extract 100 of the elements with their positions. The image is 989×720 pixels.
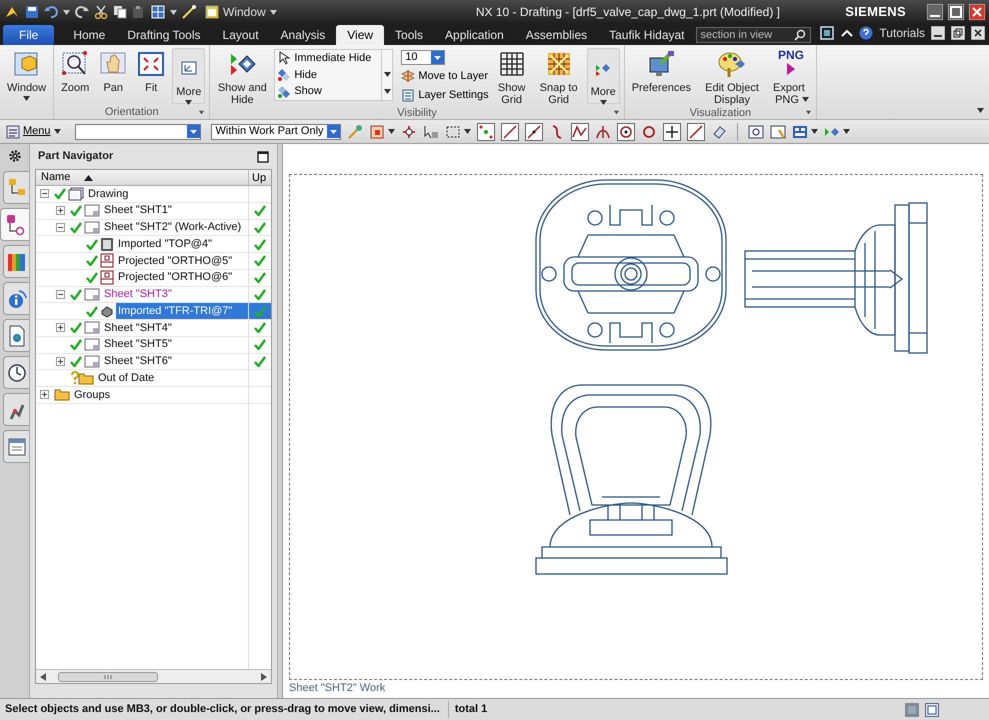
undo-icon[interactable] <box>44 5 58 19</box>
caret-icon[interactable] <box>842 129 850 134</box>
square-icon[interactable] <box>368 124 385 140</box>
line-icon[interactable] <box>524 122 543 140</box>
tree-item[interactable]: Sheet "SHT5" <box>102 336 174 353</box>
layout-icon[interactable] <box>792 124 808 140</box>
collapse-icon[interactable] <box>56 290 65 299</box>
file-menu[interactable]: File <box>3 25 54 45</box>
tree-item[interactable]: Sheet "SHT2" (Work-Active) <box>102 219 244 236</box>
image-icon[interactable] <box>770 124 786 140</box>
ribbon-tab[interactable]: Drafting Tools <box>116 25 212 45</box>
plus-icon[interactable] <box>662 122 681 140</box>
caret-icon[interactable] <box>388 129 395 134</box>
collapse-icon[interactable] <box>40 189 49 198</box>
ribbon-button[interactable]: Fit <box>134 45 168 94</box>
polyline-icon[interactable] <box>570 122 589 140</box>
visibility-list[interactable]: Immediate Hide Hide Show <box>274 49 394 101</box>
points-icon[interactable] <box>476 122 495 140</box>
ribbon-tab[interactable]: Home <box>62 25 116 45</box>
ribbon-button[interactable]: Snap to Grid <box>534 45 583 106</box>
tree-item[interactable]: Projected "ORTHO@6" <box>116 269 234 286</box>
ribbon-tab[interactable]: Analysis <box>270 25 336 45</box>
maximize-icon[interactable] <box>257 150 269 162</box>
list-item[interactable]: Hide <box>275 66 382 84</box>
menu-button[interactable]: Menu <box>6 123 61 140</box>
scroll-right-icon[interactable] <box>261 672 267 680</box>
rectangle-select-icon[interactable] <box>444 124 461 140</box>
fit-window-icon[interactable] <box>819 25 836 41</box>
resource-tab[interactable] <box>3 319 29 352</box>
search-icon[interactable] <box>794 29 806 41</box>
ribbon-button[interactable]: Edit Object Display <box>698 45 766 106</box>
resource-tab[interactable] <box>0 208 29 241</box>
caret-icon[interactable] <box>464 129 471 134</box>
collapse-ribbon-icon[interactable] <box>841 29 854 37</box>
redo-icon[interactable] <box>75 5 89 19</box>
ribbon-tab[interactable]: Tools <box>384 25 434 45</box>
status-icon[interactable] <box>925 702 939 716</box>
restore-button[interactable] <box>951 26 965 40</box>
ribbon-button[interactable]: Pan <box>96 45 130 94</box>
ribbon-tab[interactable]: Application <box>434 25 515 45</box>
window-menu[interactable]: Window <box>201 3 281 21</box>
search-field[interactable]: section in view <box>696 27 812 43</box>
tutorials-link[interactable]: Tutorials <box>879 24 925 42</box>
resource-tab[interactable] <box>3 393 29 426</box>
close-button[interactable] <box>971 26 985 40</box>
save-icon[interactable] <box>25 5 39 19</box>
ribbon-button[interactable]: PNG Export PNG <box>770 45 812 106</box>
maximize-button[interactable] <box>948 4 964 20</box>
select-icon[interactable] <box>422 124 439 140</box>
ribbon-tab[interactable]: Assemblies <box>514 25 598 45</box>
scroll-down-icon[interactable] <box>384 72 391 77</box>
list-item[interactable]: Immediate Hide <box>275 50 382 67</box>
column-header[interactable]: Up <box>249 170 271 185</box>
resource-tab[interactable] <box>3 430 29 463</box>
scroll-left-icon[interactable] <box>40 672 46 680</box>
snap-point-icon[interactable] <box>400 124 417 140</box>
tree-item[interactable]: Drawing <box>86 186 130 202</box>
status-icon[interactable] <box>905 702 919 716</box>
tree-item[interactable]: Imported "TFR-TRI@7" <box>116 302 248 320</box>
column-header[interactable]: Name <box>36 170 249 185</box>
ribbon-button[interactable]: Show Grid <box>492 45 531 106</box>
filter-dropdown[interactable] <box>74 124 201 140</box>
list-item[interactable]: Show <box>275 83 382 100</box>
ribbon-button[interactable]: Zoom <box>58 45 92 94</box>
filter-dropdown[interactable]: Within Work Part Only <box>210 124 341 140</box>
caret-icon[interactable] <box>63 10 70 14</box>
ribbon-button[interactable]: Show and Hide <box>214 45 270 106</box>
circle-icon[interactable] <box>640 124 657 140</box>
tree-item[interactable]: Out of Date <box>96 370 156 386</box>
resource-tab[interactable] <box>3 282 29 315</box>
tree-item[interactable]: Imported "TOP@4" <box>116 236 214 252</box>
ribbon-button[interactable]: More <box>586 48 620 104</box>
minimize-button[interactable] <box>931 26 945 40</box>
layer-dropdown[interactable]: 10 <box>401 50 446 65</box>
intersection-icon[interactable] <box>594 124 611 140</box>
expand-icon[interactable] <box>40 390 49 400</box>
help-icon[interactable] <box>859 26 874 40</box>
copy-icon[interactable] <box>113 5 127 19</box>
group-options-icon[interactable] <box>614 110 619 114</box>
layer-button[interactable]: Layer Settings <box>401 87 489 103</box>
expand-icon[interactable] <box>56 356 65 366</box>
layer-button[interactable]: Move to Layer <box>401 68 489 84</box>
eraser-icon[interactable] <box>710 124 727 140</box>
scissors-icon[interactable] <box>94 5 108 19</box>
minimize-button[interactable] <box>927 4 943 20</box>
grid-icon[interactable] <box>151 5 165 19</box>
tree-item[interactable]: Sheet "SHT3" <box>102 286 174 303</box>
ribbon-button[interactable]: More <box>172 48 206 104</box>
ribbon-button[interactable]: Window <box>4 45 50 101</box>
resource-tab[interactable] <box>3 356 29 389</box>
expand-icon[interactable] <box>56 323 65 332</box>
ribbon-tab[interactable]: Layout <box>212 25 270 45</box>
wand-icon[interactable] <box>182 5 196 19</box>
expand-list-icon[interactable] <box>384 89 391 94</box>
caret-icon[interactable] <box>810 129 818 134</box>
ribbon-tab[interactable]: View <box>336 25 384 45</box>
group-options-icon[interactable] <box>199 110 204 114</box>
tree-item[interactable]: Sheet "SHT4" <box>102 320 174 336</box>
tree-item[interactable]: Sheet "SHT1" <box>102 202 174 219</box>
tree-item[interactable]: Projected "ORTHO@5" <box>116 252 234 270</box>
